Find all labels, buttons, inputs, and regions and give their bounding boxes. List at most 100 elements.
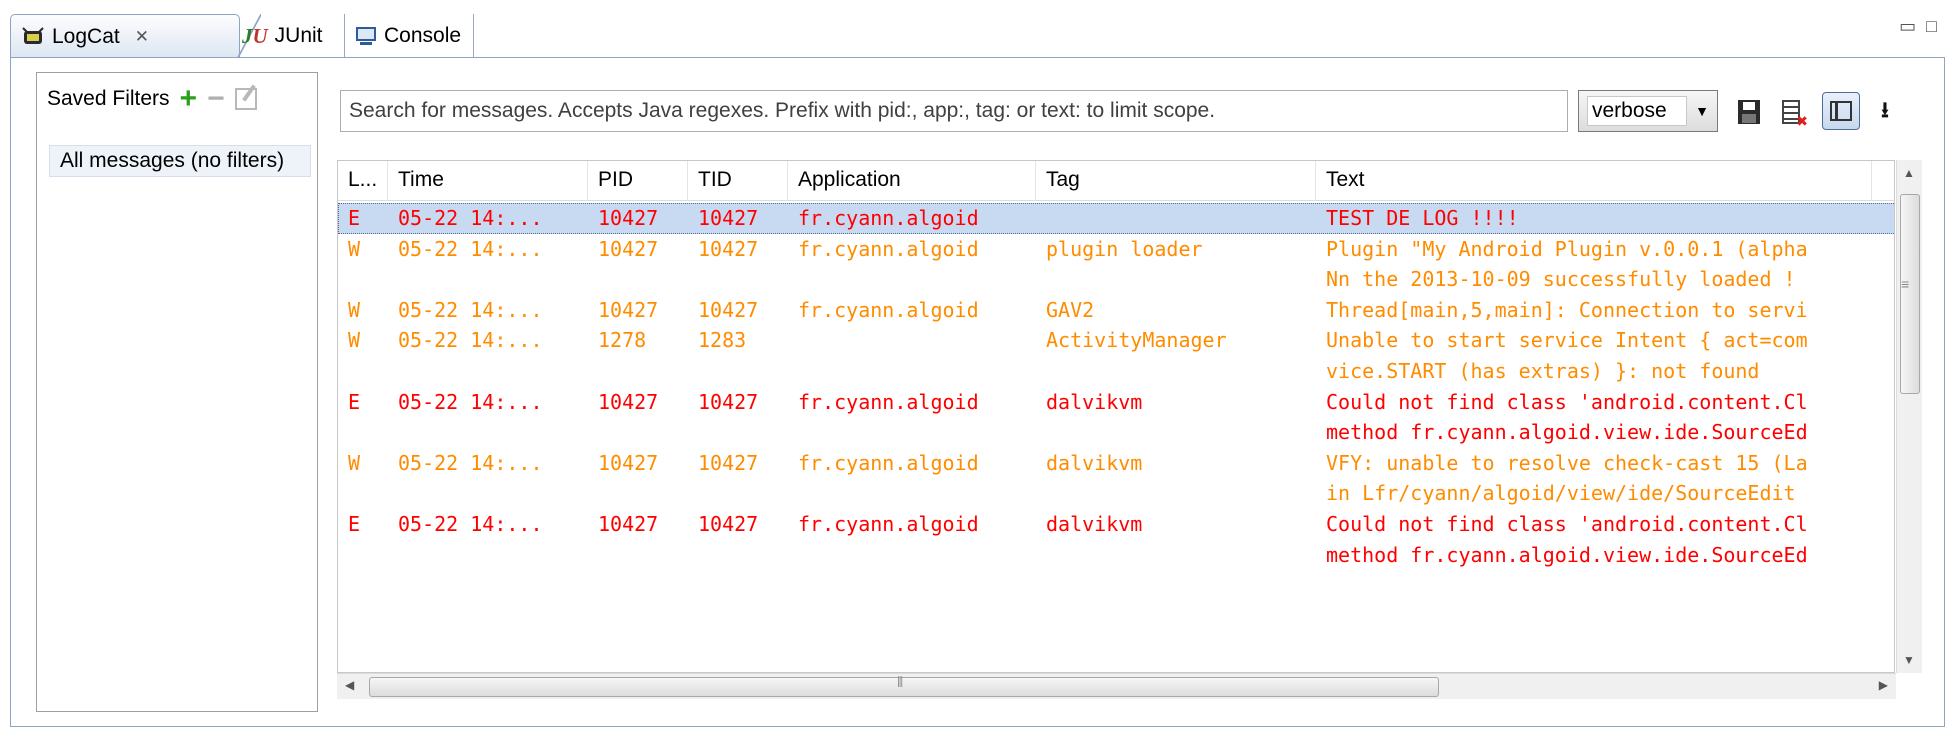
- edit-filter-icon[interactable]: [234, 88, 257, 110]
- grip-icon: ⦀: [897, 674, 904, 690]
- maximize-icon[interactable]: □: [1926, 16, 1937, 37]
- cell-tag: GAV2: [1046, 297, 1095, 322]
- scroll-up-icon[interactable]: ▲: [1903, 166, 1915, 180]
- horizontal-scroll-thumb[interactable]: [369, 677, 1439, 697]
- minimize-icon[interactable]: ▭: [1899, 16, 1916, 37]
- cell-application: fr.cyann.algoid: [798, 512, 979, 536]
- column-header-tid[interactable]: TID: [688, 161, 788, 201]
- cell-level: W: [348, 328, 361, 353]
- vertical-scrollbar[interactable]: ▲ ≡ ▼: [1896, 160, 1922, 673]
- cell-pid: 10427: [598, 206, 659, 230]
- grip-icon: ≡: [1901, 276, 1910, 292]
- cell-text: Could not find class 'android.content.Cl: [1326, 512, 1808, 536]
- cell-time: 05-22 14:...: [398, 236, 543, 261]
- cell-pid: 10427: [598, 297, 659, 322]
- logcat-view: LogCat ✕ JU JUnit Console ▭ □ Saved Filt…: [0, 0, 1953, 733]
- cell-level: W: [348, 236, 361, 261]
- scroll-lock-icon[interactable]: ⭳: [1870, 96, 1900, 128]
- cell-pid: 10427: [598, 389, 659, 414]
- cell-tag: dalvikvm: [1046, 389, 1143, 414]
- column-header-level[interactable]: L...: [338, 161, 388, 201]
- saved-filters-header: Saved Filters + −: [47, 84, 257, 114]
- cell-text: Thread[main,5,main]: Connection to servi: [1326, 297, 1808, 322]
- clear-log-icon[interactable]: [1776, 96, 1808, 130]
- cell-tid: 10427: [698, 206, 759, 230]
- cell-application: fr.cyann.algoid: [798, 206, 979, 230]
- cell-application: fr.cyann.algoid: [798, 389, 979, 414]
- cell-tag: dalvikvm: [1046, 450, 1143, 475]
- tab-logcat[interactable]: LogCat ✕: [10, 14, 261, 59]
- table-row[interactable]: W 05-22 14:... 10427 10427 fr.cyann.algoid GA…: [338, 295, 1894, 326]
- log-level-value: verbose: [1587, 96, 1688, 126]
- junit-icon: JU: [242, 23, 268, 48]
- tab-console-label: Console: [384, 24, 462, 47]
- cell-application: fr.cyann.algoid: [798, 297, 979, 322]
- tab-strip: LogCat ✕ JU JUnit Console ▭ □: [10, 6, 1945, 59]
- cell-tid: 10427: [698, 297, 759, 322]
- cell-tag: ActivityManager: [1046, 328, 1227, 353]
- cell-tid: 1283: [698, 328, 747, 353]
- toggle-filters-icon[interactable]: [1822, 92, 1860, 130]
- cell-tid: 10427: [698, 450, 759, 475]
- filter-item-all-messages[interactable]: All messages (no filters): [49, 145, 311, 177]
- cell-level: E: [348, 206, 361, 230]
- cell-time: 05-22 14:...: [398, 512, 543, 536]
- cell-text: VFY: unable to resolve check-cast 15 (La: [1326, 450, 1808, 475]
- log-table: L... Time PID TID Application Tag Text E…: [337, 160, 1895, 673]
- vertical-scroll-thumb[interactable]: [1900, 194, 1920, 394]
- chevron-down-icon: ▼: [1695, 103, 1709, 119]
- scroll-down-icon[interactable]: ▼: [1903, 653, 1915, 667]
- column-header-tag[interactable]: Tag: [1036, 161, 1316, 201]
- cell-text: Nn the 2013-10-09 successfully loaded !: [1326, 267, 1796, 292]
- log-level-select[interactable]: verbose ▼: [1578, 90, 1718, 132]
- save-icon[interactable]: [1734, 96, 1764, 128]
- cell-text: Unable to start service Intent { act=com: [1326, 328, 1808, 353]
- column-header-pid[interactable]: PID: [588, 161, 688, 201]
- cell-pid: 10427: [598, 512, 659, 536]
- cell-level: E: [348, 512, 361, 536]
- table-row[interactable]: W 05-22 14:... 1278 1283 ActivityManager Unab…: [338, 325, 1894, 386]
- cell-level: W: [348, 450, 361, 475]
- cell-tid: 10427: [698, 236, 759, 261]
- tab-logcat-label: LogCat: [52, 24, 120, 48]
- cell-tag: [1036, 203, 1316, 234]
- close-icon[interactable]: ✕: [135, 27, 149, 47]
- cell-pid: 10427: [598, 236, 659, 261]
- saved-filters-title: Saved Filters: [47, 87, 170, 110]
- cell-pid: 10427: [598, 450, 659, 475]
- window-controls: ▭ □: [1899, 16, 1937, 37]
- table-row[interactable]: E 05-22 14:... 10427 10427 fr.cyann.algoid da…: [338, 387, 1894, 448]
- cell-text: vice.START (has extras) }: not found: [1326, 358, 1760, 383]
- tab-junit[interactable]: JU JUnit: [232, 14, 344, 58]
- cell-time: 05-22 14:...: [398, 297, 543, 322]
- table-row[interactable]: E 05-22 14:... 10427 10427 fr.cyann.algoid TE…: [338, 203, 1894, 234]
- tab-console[interactable]: Console: [344, 14, 474, 58]
- saved-filters-panel: Saved Filters + − All messages (no filte…: [36, 72, 318, 712]
- cell-text: Could not find class 'android.content.Cl: [1326, 389, 1808, 414]
- cell-pid: 1278: [598, 328, 647, 353]
- console-icon: [356, 27, 376, 45]
- horizontal-scrollbar[interactable]: ◀ ⦀ ▶: [337, 673, 1896, 699]
- table-header: L... Time PID TID Application Tag Text: [338, 161, 1894, 201]
- table-row[interactable]: W 05-22 14:... 10427 10427 fr.cyann.algoid da…: [338, 448, 1894, 509]
- table-row[interactable]: W 05-22 14:... 10427 10427 fr.cyann.algoid pl…: [338, 234, 1894, 295]
- cell-time: 05-22 14:...: [398, 328, 543, 353]
- cell-time: 05-22 14:...: [398, 450, 543, 475]
- scroll-left-icon[interactable]: ◀: [345, 678, 354, 692]
- android-bug-icon: [22, 26, 44, 44]
- cell-tag: dalvikvm: [1046, 512, 1143, 536]
- cell-application: fr.cyann.algoid: [798, 236, 979, 261]
- add-filter-icon[interactable]: +: [180, 84, 198, 114]
- table-row[interactable]: E 05-22 14:... 10427 10427 fr.cyann.algoid da…: [338, 509, 1894, 570]
- column-header-text[interactable]: Text: [1316, 161, 1872, 201]
- column-header-time[interactable]: Time: [388, 161, 588, 201]
- search-input[interactable]: Search for messages. Accepts Java regexe…: [340, 90, 1568, 132]
- column-header-application[interactable]: Application: [788, 161, 1036, 201]
- scroll-right-icon[interactable]: ▶: [1879, 678, 1888, 692]
- cell-tid: 10427: [698, 389, 759, 414]
- cell-application: [788, 325, 1036, 356]
- cell-level: W: [348, 297, 361, 322]
- cell-time: 05-22 14:...: [398, 389, 543, 414]
- cell-text: TEST DE LOG !!!!: [1326, 206, 1519, 230]
- remove-filter-icon[interactable]: −: [207, 84, 225, 114]
